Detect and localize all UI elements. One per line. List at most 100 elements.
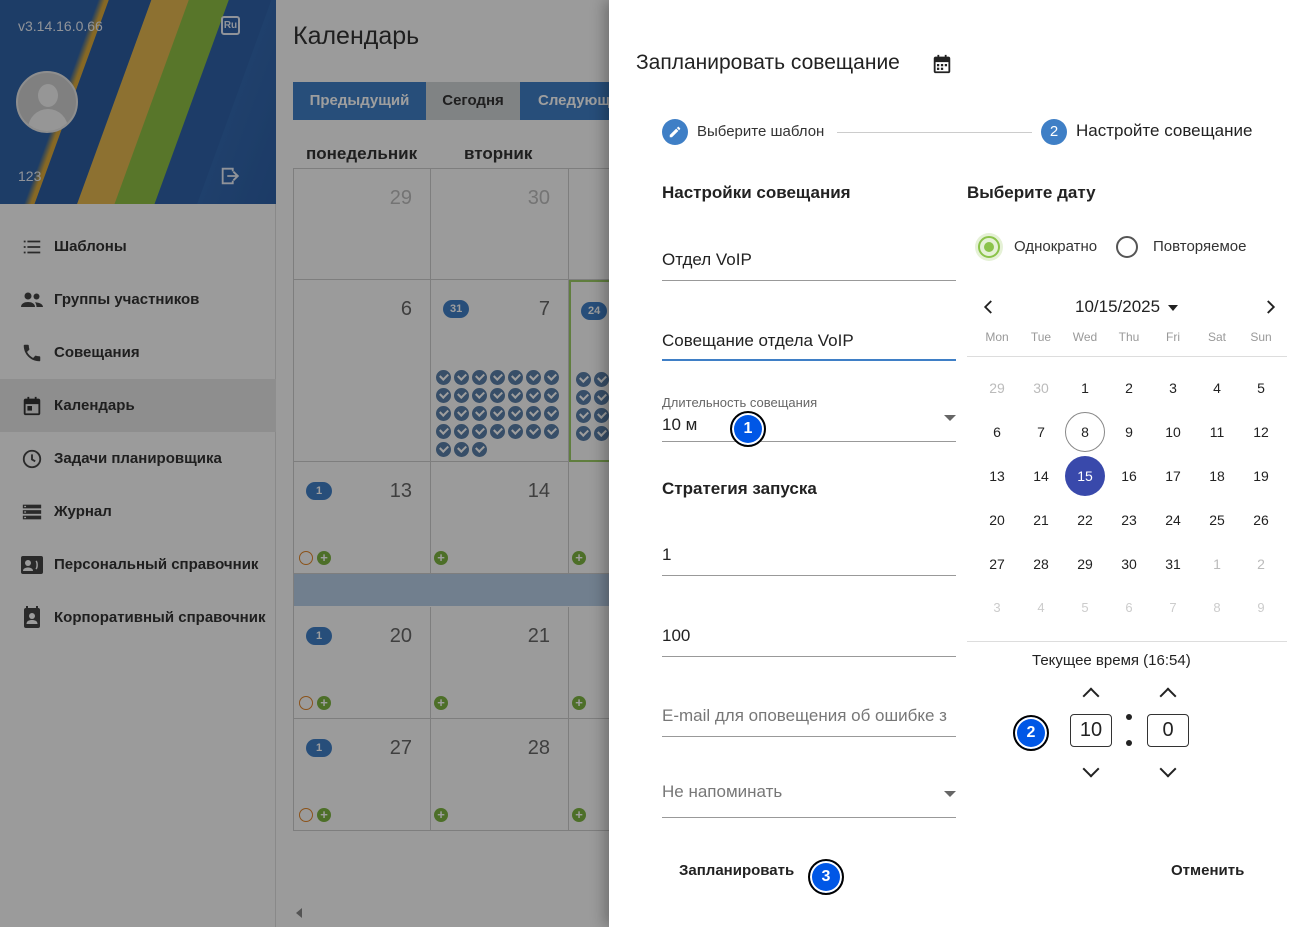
calendar-day[interactable]: 12 bbox=[1241, 412, 1281, 452]
calendar-day[interactable]: 14 bbox=[1021, 456, 1061, 496]
hour-decrement-icon[interactable] bbox=[1082, 760, 1100, 778]
minute-decrement-icon[interactable] bbox=[1159, 760, 1177, 778]
calendar-day: 8 bbox=[1213, 600, 1221, 615]
schedule-meeting-dialog: Запланировать совещание Выберите шаблон … bbox=[609, 0, 1315, 927]
calendar-day[interactable]: 29 bbox=[977, 368, 1017, 408]
calendar-day[interactable]: 28 bbox=[1021, 544, 1061, 584]
minute-increment-icon[interactable] bbox=[1159, 687, 1177, 705]
calendar-day[interactable]: 9 bbox=[1109, 412, 1149, 452]
calendar-day: 5 bbox=[1081, 600, 1089, 615]
calendar-day: 6 bbox=[1125, 600, 1133, 615]
chevron-left-icon[interactable] bbox=[980, 298, 998, 316]
calendar-day: 9 bbox=[1257, 600, 1265, 615]
weekday-label: Wed bbox=[1072, 330, 1098, 344]
calendar-day[interactable]: 1 bbox=[1197, 544, 1237, 584]
calendar-day[interactable]: 2 bbox=[1241, 544, 1281, 584]
calendar-day[interactable]: 15 bbox=[1065, 456, 1105, 496]
reminder-value: Не напоминать bbox=[662, 782, 783, 801]
calendar-day[interactable]: 22 bbox=[1065, 500, 1105, 540]
dropdown-arrow-icon bbox=[944, 415, 956, 421]
strategy-value-2: 100 bbox=[662, 626, 691, 645]
error-email-placeholder: E-mail для оповещения об ошибке з bbox=[662, 706, 947, 725]
step-2-label: Настройте совещание bbox=[1076, 121, 1253, 140]
calendar-day[interactable]: 24 bbox=[1153, 500, 1193, 540]
month-dropdown-icon[interactable] bbox=[1168, 305, 1178, 311]
calendar-day[interactable]: 10 bbox=[1153, 412, 1193, 452]
strategy-value-1: 1 bbox=[662, 545, 672, 564]
current-time-label: Текущее время (16:54) bbox=[1032, 652, 1191, 669]
hour-input[interactable]: 10 bbox=[1070, 714, 1112, 747]
calendar-day[interactable]: 29 bbox=[1065, 544, 1105, 584]
calendar-day[interactable]: 30 bbox=[1021, 368, 1061, 408]
time-separator bbox=[1126, 714, 1132, 720]
calendar-icon bbox=[933, 54, 951, 74]
duration-label: Длительность совещания bbox=[662, 395, 818, 410]
weekday-label: Sat bbox=[1207, 330, 1226, 344]
calendar-day[interactable]: 25 bbox=[1197, 500, 1237, 540]
dropdown-arrow-icon bbox=[944, 791, 956, 797]
calendar-day[interactable]: 17 bbox=[1153, 456, 1193, 496]
calendar-day[interactable]: 26 bbox=[1241, 500, 1281, 540]
weekday-label: Mon bbox=[985, 330, 1009, 344]
annotation-marker-1: 1 bbox=[730, 411, 766, 447]
strategy-field-2[interactable]: 100 bbox=[662, 621, 956, 657]
calendar-day: 3 bbox=[993, 600, 1001, 615]
meeting-name-value: Совещание отдела VoIP bbox=[662, 331, 854, 350]
repeat-radio[interactable] bbox=[1116, 236, 1138, 258]
pencil-icon bbox=[669, 126, 681, 138]
step-2-indicator: 2 bbox=[1041, 119, 1067, 145]
chevron-right-icon[interactable] bbox=[1261, 298, 1279, 316]
reminder-select[interactable]: Не напоминать bbox=[662, 777, 956, 818]
calendar-day: 7 bbox=[1169, 600, 1177, 615]
calendar-day[interactable]: 5 bbox=[1241, 368, 1281, 408]
annotation-marker-3: 3 bbox=[808, 859, 844, 895]
minute-input[interactable]: 0 bbox=[1147, 714, 1189, 747]
error-email-field[interactable]: E-mail для оповещения об ошибке з bbox=[662, 701, 956, 737]
time-separator bbox=[1126, 740, 1132, 746]
calendar-day[interactable]: 7 bbox=[1021, 412, 1061, 452]
calendar-day[interactable]: 30 bbox=[1109, 544, 1149, 584]
step-1-label[interactable]: Выберите шаблон bbox=[697, 123, 824, 140]
calendar-day[interactable]: 21 bbox=[1021, 500, 1061, 540]
dialog-title: Запланировать совещание bbox=[636, 51, 900, 74]
calendar-day[interactable]: 20 bbox=[977, 500, 1017, 540]
calendar-day[interactable]: 23 bbox=[1109, 500, 1149, 540]
month-selector[interactable]: 10/15/2025 bbox=[1075, 297, 1160, 317]
calendar-day[interactable]: 16 bbox=[1109, 456, 1149, 496]
weekday-label: Fri bbox=[1166, 330, 1180, 344]
calendar-day[interactable]: 31 bbox=[1153, 544, 1193, 584]
calendar-day[interactable]: 13 bbox=[977, 456, 1017, 496]
calendar-day[interactable]: 11 bbox=[1197, 412, 1237, 452]
calendar-day[interactable]: 27 bbox=[977, 544, 1017, 584]
strategy-field-1[interactable]: 1 bbox=[662, 540, 956, 576]
calendar-day[interactable]: 1 bbox=[1065, 368, 1105, 408]
calendar-day[interactable]: 6 bbox=[977, 412, 1017, 452]
weekday-label: Thu bbox=[1118, 330, 1140, 344]
once-radio-label[interactable]: Однократно bbox=[1014, 238, 1097, 255]
schedule-button[interactable]: Запланировать bbox=[679, 862, 794, 879]
once-radio[interactable] bbox=[978, 236, 1000, 258]
launch-strategy-title: Стратегия запуска bbox=[662, 479, 817, 498]
calendar-day[interactable]: 8 bbox=[1065, 412, 1105, 452]
annotation-marker-2: 2 bbox=[1013, 715, 1049, 751]
weekday-label: Sun bbox=[1250, 330, 1272, 344]
step-1-indicator[interactable] bbox=[662, 119, 688, 145]
calendar-day: 4 bbox=[1037, 600, 1045, 615]
cancel-button[interactable]: Отменить bbox=[1171, 862, 1244, 879]
duration-select[interactable]: Длительность совещания 10 м bbox=[662, 395, 956, 442]
meeting-name-field[interactable]: Совещание отдела VoIP bbox=[662, 326, 956, 361]
calendar-day[interactable]: 4 bbox=[1197, 368, 1237, 408]
meeting-settings-title: Настройки совещания bbox=[662, 183, 851, 202]
calendar-day[interactable]: 3 bbox=[1153, 368, 1193, 408]
hour-increment-icon[interactable] bbox=[1082, 687, 1100, 705]
repeat-radio-label[interactable]: Повторяемое bbox=[1153, 238, 1246, 255]
duration-value: 10 м bbox=[662, 415, 698, 434]
calendar-day[interactable]: 18 bbox=[1197, 456, 1237, 496]
calendar-day[interactable]: 2 bbox=[1109, 368, 1149, 408]
divider bbox=[967, 356, 1287, 357]
divider bbox=[967, 641, 1287, 642]
calendar-day[interactable]: 19 bbox=[1241, 456, 1281, 496]
choose-date-title: Выберите дату bbox=[967, 183, 1096, 202]
department-field[interactable]: Отдел VoIP bbox=[662, 245, 956, 281]
stepper-connector bbox=[837, 132, 1032, 133]
